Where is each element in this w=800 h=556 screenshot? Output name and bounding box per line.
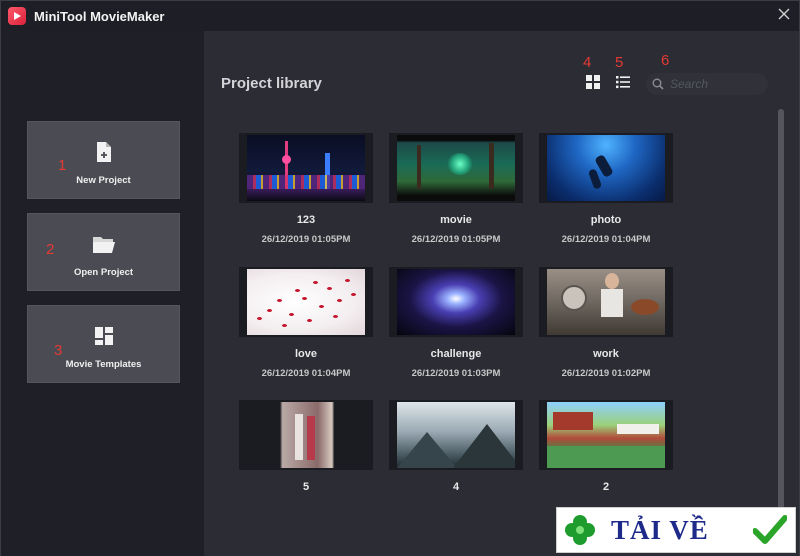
new-file-icon [92,140,116,164]
workshop-thumbnail [547,269,665,335]
watermark-badge: TẢI VỀ [556,507,796,553]
list-view-button[interactable] [614,75,632,93]
grid-view-button[interactable] [584,74,602,94]
project-card[interactable]: movie 26/12/2019 01:05PM [389,133,523,245]
grid-icon [586,74,600,94]
project-name: work [593,348,619,360]
sidebar: 1 New Project 2 Open Project 3 Movie Tem… [1,31,204,556]
project-name: 5 [302,481,310,493]
project-date: 26/12/2019 01:05PM [261,234,351,245]
annotation-1: 1 [58,157,67,174]
watermark-text: TẢI VỀ [611,514,709,545]
project-thumbnail-frame [389,400,523,470]
project-card[interactable]: love 26/12/2019 01:04PM [239,267,373,379]
project-card[interactable]: 2 [539,400,673,493]
forest-thumbnail [397,135,515,201]
project-thumbnail-frame [389,133,523,203]
project-name: 4 [452,481,460,493]
close-button[interactable] [775,7,793,25]
project-name: challenge [430,348,482,360]
list-icon [616,75,630,94]
city-night-thumbnail [247,135,365,201]
project-card[interactable]: photo 26/12/2019 01:04PM [539,133,673,245]
page-title: Project library [221,75,322,92]
title-bar: MiniTool MovieMaker [1,1,799,31]
project-name: photo [590,214,622,226]
app-title: MiniTool MovieMaker [34,8,165,24]
project-thumbnail-frame [239,267,373,337]
search-icon [652,78,664,90]
project-card[interactable]: 5 [239,400,373,493]
project-thumbnail-frame [539,267,673,337]
checkmark-icon [753,515,787,545]
templates-icon [92,324,116,348]
annotation-2: 2 [46,241,55,258]
project-name: 123 [296,214,316,226]
project-thumbnail-frame [539,400,673,470]
project-library-panel: Project library 4 5 6 Search 123 26/12/2… [204,31,799,556]
movie-templates-button[interactable]: 3 Movie Templates [27,305,180,383]
play-logo-icon [8,7,26,25]
scrollbar[interactable] [778,109,784,541]
misty-mountain-thumbnail [397,402,515,468]
clover-icon [563,513,597,547]
new-project-button[interactable]: 1 New Project [27,121,180,199]
project-date: 26/12/2019 01:04PM [561,234,651,245]
folder-icon [92,232,116,256]
annotation-3: 3 [54,342,63,359]
search-box[interactable] [646,73,768,95]
couple-walking-thumbnail [247,402,365,468]
galaxy-thumbnail [397,269,515,335]
project-date: 26/12/2019 01:02PM [561,368,651,379]
annotation-5: 5 [615,54,624,71]
project-card[interactable]: 123 26/12/2019 01:05PM [239,133,373,245]
scrollbar-thumb[interactable] [778,109,784,509]
project-date: 26/12/2019 01:03PM [411,368,501,379]
project-name: movie [440,214,472,226]
project-thumbnail-frame [239,133,373,203]
project-name: love [294,348,317,360]
project-thumbnail-frame [539,133,673,203]
rose-petals-thumbnail [247,269,365,335]
annotation-4: 4 [583,54,592,71]
project-name: 2 [602,481,610,493]
river-town-thumbnail [547,402,665,468]
project-card[interactable]: challenge 26/12/2019 01:03PM [389,267,523,379]
project-card[interactable]: work 26/12/2019 01:02PM [539,267,673,379]
annotation-6: 6 [661,52,670,69]
open-project-label: Open Project [73,267,134,278]
project-thumbnail-frame [389,267,523,337]
new-project-label: New Project [76,175,131,186]
movie-templates-label: Movie Templates [65,359,142,370]
project-card[interactable]: 4 [389,400,523,493]
project-date: 26/12/2019 01:04PM [261,368,351,379]
project-thumbnail-frame [239,400,373,470]
open-project-button[interactable]: 2 Open Project [27,213,180,291]
underwater-thumbnail [547,135,665,201]
close-icon [778,7,790,25]
app-window: MiniTool MovieMaker 1 New Project 2 Open… [0,0,800,556]
project-date: 26/12/2019 01:05PM [411,234,501,245]
search-input[interactable] [670,77,760,91]
